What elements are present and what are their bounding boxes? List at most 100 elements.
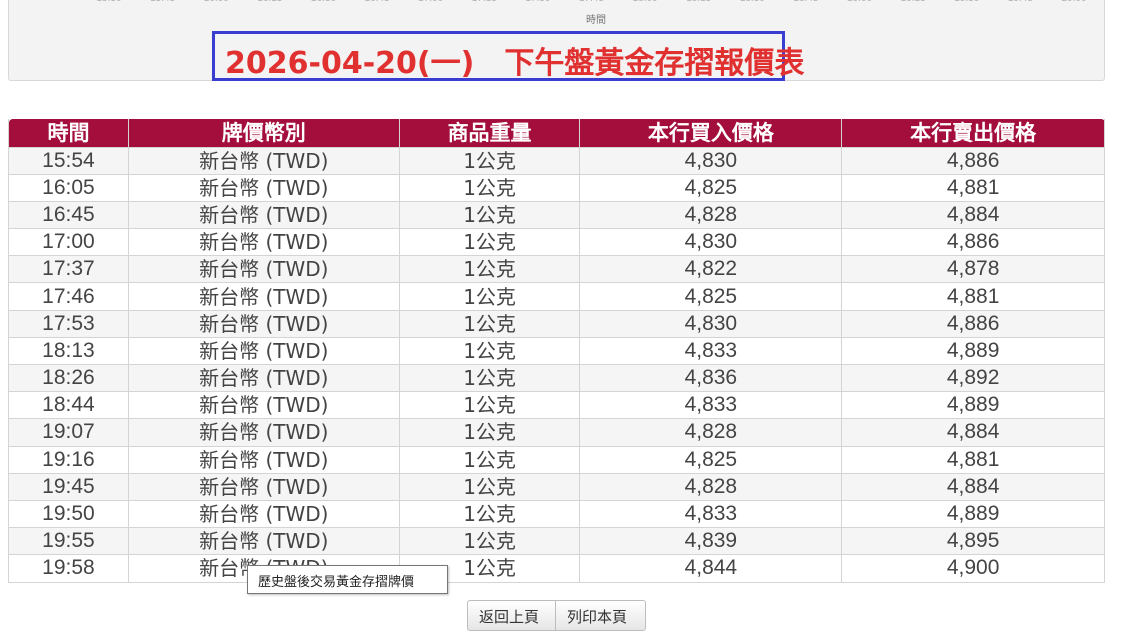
cell-currency: 新台幣 (TWD) <box>127 282 400 311</box>
cell-weight: 1公克 <box>398 309 581 338</box>
table-row: 17:00 新台幣 (TWD) 1公克 4,830 4,886 <box>8 228 1105 257</box>
cell-currency: 新台幣 (TWD) <box>127 146 400 175</box>
back-button[interactable]: 返回上頁 <box>467 600 556 631</box>
cell-weight: 1公克 <box>398 527 581 556</box>
table-row: 15:54 新台幣 (TWD) 1公克 4,830 4,886 <box>8 146 1105 175</box>
table-row: 19:55 新台幣 (TWD) 1公克 4,839 4,895 <box>8 527 1105 556</box>
cell-weight: 1公克 <box>398 418 581 447</box>
cell-currency: 新台幣 (TWD) <box>127 527 400 556</box>
chart-x-tick-label: 16:15 <box>257 0 282 4</box>
cell-buy-price: 4,836 <box>579 363 843 393</box>
cell-weight: 1公克 <box>398 255 581 284</box>
cell-weight: 1公克 <box>398 499 581 529</box>
cell-buy-price: 4,830 <box>579 228 843 257</box>
cell-time: 19:45 <box>8 472 129 501</box>
chart-x-axis-ticks: 15:30 15:45 16:00 16:15 16:30 16:45 17:00 17:15… <box>96 0 1099 7</box>
cell-sell-price: 4,889 <box>841 499 1105 529</box>
cell-sell-price: 4,878 <box>841 255 1105 284</box>
table-row: 18:13 新台幣 (TWD) 1公克 4,833 4,889 <box>8 336 1105 366</box>
cell-buy-price: 4,825 <box>579 445 843 474</box>
cell-sell-price: 4,892 <box>841 363 1105 393</box>
cell-sell-price: 4,886 <box>841 146 1105 175</box>
cell-sell-price: 4,881 <box>841 282 1105 311</box>
cell-sell-price: 4,889 <box>841 336 1105 366</box>
chart-x-tick-label: 15:45 <box>150 0 175 4</box>
print-button[interactable]: 列印本頁 <box>556 600 646 631</box>
cell-buy-price: 4,830 <box>579 146 843 175</box>
chart-x-tick-label: 17:00 <box>418 0 443 4</box>
page-title: 2026-04-20(一) 下午盤黃金存摺報價表 <box>225 46 805 81</box>
cell-sell-price: 4,881 <box>841 445 1105 474</box>
table-row: 17:46 新台幣 (TWD) 1公克 4,825 4,881 <box>8 282 1105 311</box>
chart-x-tick-label: 15:30 <box>96 0 121 4</box>
table-row: 18:44 新台幣 (TWD) 1公克 4,833 4,889 <box>8 391 1105 420</box>
button-group: 返回上頁 列印本頁 <box>467 600 646 631</box>
cell-time: 18:26 <box>8 363 129 393</box>
cell-buy-price: 4,833 <box>579 391 843 420</box>
table-row: 19:16 新台幣 (TWD) 1公克 4,825 4,881 <box>8 445 1105 474</box>
cell-currency: 新台幣 (TWD) <box>127 200 400 230</box>
cell-currency: 新台幣 (TWD) <box>127 228 400 257</box>
cell-buy-price: 4,833 <box>579 336 843 366</box>
cell-currency: 新台幣 (TWD) <box>127 255 400 284</box>
cell-time: 16:45 <box>8 200 129 230</box>
chart-x-tick-label: 19:15 <box>901 0 926 4</box>
chart-x-tick-label: 17:30 <box>525 0 550 4</box>
cell-time: 18:44 <box>8 391 129 420</box>
cell-weight: 1公克 <box>398 228 581 257</box>
header-time: 時間 <box>8 119 129 147</box>
cell-buy-price: 4,828 <box>579 200 843 230</box>
cell-weight: 1公克 <box>398 472 581 501</box>
cell-time: 17:46 <box>8 282 129 311</box>
cell-sell-price: 4,881 <box>841 173 1105 202</box>
cell-sell-price: 4,886 <box>841 228 1105 257</box>
cell-buy-price: 4,825 <box>579 282 843 311</box>
cell-time: 19:16 <box>8 445 129 474</box>
chart-x-tick-label: 17:15 <box>472 0 497 4</box>
cell-currency: 新台幣 (TWD) <box>127 499 400 529</box>
cell-weight: 1公克 <box>398 363 581 393</box>
cell-time: 18:13 <box>8 336 129 366</box>
cell-weight: 1公克 <box>398 173 581 202</box>
chart-x-tick-label: 18:00 <box>633 0 658 4</box>
cell-buy-price: 4,825 <box>579 173 843 202</box>
cell-weight: 1公克 <box>398 391 581 420</box>
cell-currency: 新台幣 (TWD) <box>127 309 400 338</box>
header-currency: 牌價幣別 <box>127 119 400 147</box>
chart-x-tick-label: 19:00 <box>847 0 872 4</box>
chart-x-tick-label: 18:30 <box>740 0 765 4</box>
cell-sell-price: 4,884 <box>841 200 1105 230</box>
cell-buy-price: 4,830 <box>579 309 843 338</box>
cell-weight: 1公克 <box>398 282 581 311</box>
cell-time: 15:54 <box>8 146 129 175</box>
cell-currency: 新台幣 (TWD) <box>127 472 400 501</box>
cell-currency: 新台幣 (TWD) <box>127 336 400 366</box>
chart-x-tick-label: 18:15 <box>686 0 711 4</box>
header-weight: 商品重量 <box>398 119 581 147</box>
cell-time: 19:50 <box>8 499 129 529</box>
table-body: 15:54 新台幣 (TWD) 1公克 4,830 4,886 16:05 新台幣 (TWD… <box>8 146 1105 583</box>
chart-x-tick-label: 19:30 <box>954 0 979 4</box>
cell-sell-price: 4,884 <box>841 418 1105 447</box>
cell-sell-price: 4,895 <box>841 527 1105 556</box>
cell-buy-price: 4,844 <box>579 554 843 583</box>
table-row: 16:45 新台幣 (TWD) 1公克 4,828 4,884 <box>8 200 1105 230</box>
chart-x-tick-label: 16:30 <box>311 0 336 4</box>
cell-sell-price: 4,900 <box>841 554 1105 583</box>
cell-weight: 1公克 <box>398 336 581 366</box>
chart-x-tick-label: 17:45 <box>579 0 604 4</box>
cell-buy-price: 4,833 <box>579 499 843 529</box>
cell-buy-price: 4,839 <box>579 527 843 556</box>
cell-weight: 1公克 <box>398 445 581 474</box>
tooltip: 歷史盤後交易黃金存摺牌價 <box>247 565 448 594</box>
chart-x-tick-label: 16:45 <box>365 0 390 4</box>
cell-buy-price: 4,828 <box>579 472 843 501</box>
table-row: 19:50 新台幣 (TWD) 1公克 4,833 4,889 <box>8 499 1105 529</box>
table-row: 17:53 新台幣 (TWD) 1公克 4,830 4,886 <box>8 309 1105 338</box>
cell-time: 19:58 <box>8 554 129 583</box>
cell-buy-price: 4,828 <box>579 418 843 447</box>
table-row: 17:37 新台幣 (TWD) 1公克 4,822 4,878 <box>8 255 1105 284</box>
cell-time: 19:55 <box>8 527 129 556</box>
table-row: 19:58新台幣 (TWD)1公克4,8444,900 <box>8 554 1105 583</box>
cell-sell-price: 4,889 <box>841 391 1105 420</box>
